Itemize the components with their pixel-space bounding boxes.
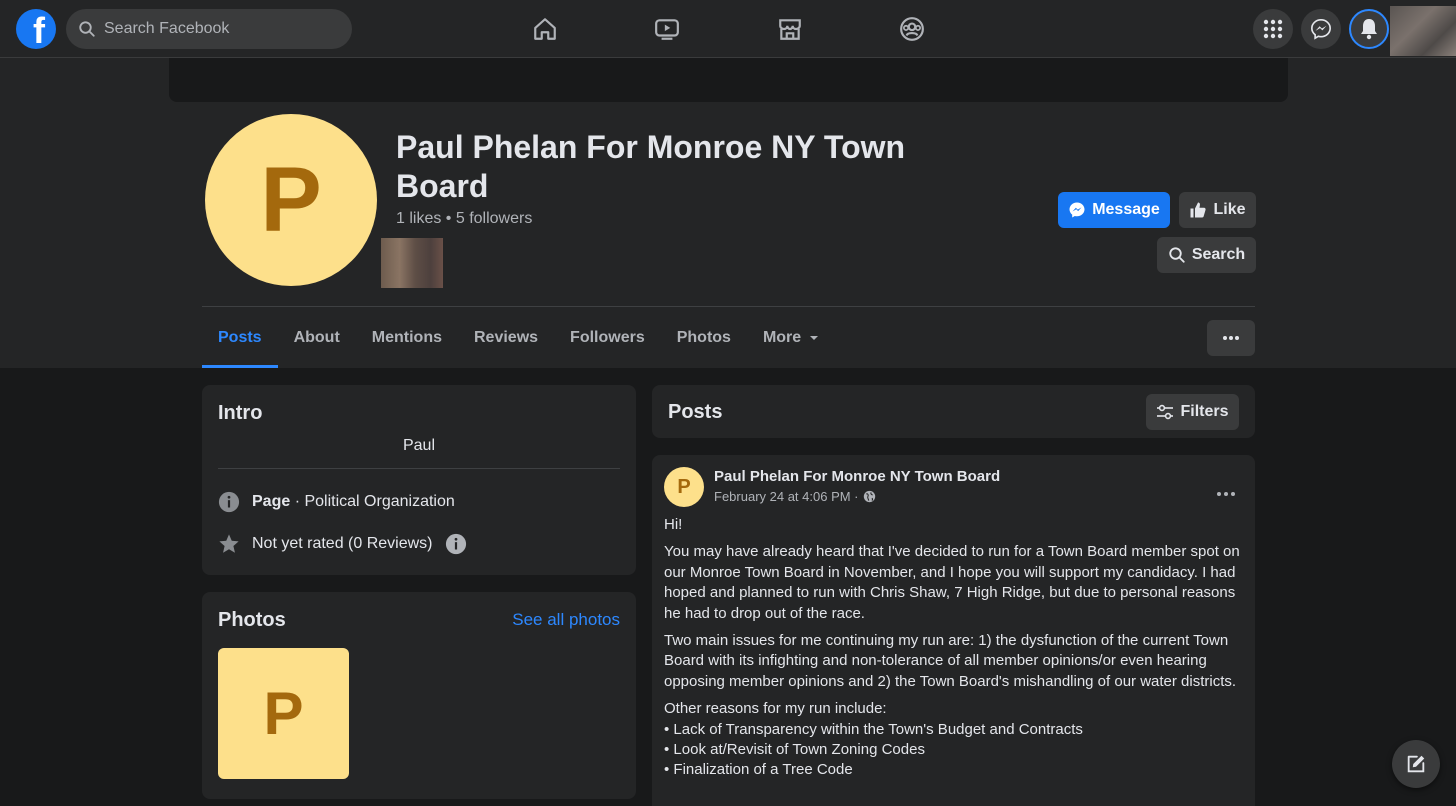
thumbs-up-icon	[1190, 202, 1207, 218]
photos-title: Photos	[218, 609, 286, 631]
post-paragraph: You may have already heard that I've dec…	[664, 543, 1240, 622]
home-icon[interactable]	[530, 14, 560, 44]
tab-reviews[interactable]: Reviews	[458, 308, 554, 368]
page-type-row: Page · Political Organization	[218, 491, 455, 513]
photo-thumbnail-letter: P	[263, 680, 304, 747]
post-options-button[interactable]	[1217, 483, 1235, 501]
posts-header-card: Posts Filters	[652, 385, 1255, 438]
facebook-logo-letter: f	[33, 10, 45, 49]
more-options-button[interactable]	[1207, 320, 1255, 356]
post-body: Hi! You may have already heard that I've…	[664, 515, 1244, 781]
see-all-photos-link[interactable]: See all photos	[512, 610, 620, 630]
marketplace-icon[interactable]	[775, 14, 805, 44]
tab-mentions[interactable]: Mentions	[356, 308, 458, 368]
info-icon[interactable]	[445, 533, 467, 555]
grid-icon	[1263, 19, 1283, 39]
like-button[interactable]: Like	[1179, 192, 1256, 228]
post-list-item: • Look at/Revisit of Town Zoning Codes	[664, 741, 925, 759]
top-navigation-bar: f	[0, 0, 1456, 58]
follower-avatar[interactable]	[381, 238, 443, 288]
header-divider	[202, 306, 1255, 307]
page-stats[interactable]: 1 likes • 5 followers	[396, 210, 532, 228]
page-search-button[interactable]: Search	[1157, 237, 1256, 273]
post-card: P Paul Phelan For Monroe NY Town Board F…	[652, 455, 1255, 806]
post-paragraph: Hi!	[664, 516, 683, 533]
tab-about[interactable]: About	[278, 308, 356, 368]
rating-row: Not yet rated (0 Reviews)	[218, 533, 467, 555]
post-author-avatar-letter: P	[677, 475, 691, 498]
compose-icon	[1407, 755, 1425, 773]
post-list-item: • Finalization of a Tree Code	[664, 761, 853, 779]
search-button-label: Search	[1191, 246, 1246, 263]
filters-icon	[1157, 404, 1174, 420]
photos-card: Photos See all photos P	[202, 592, 636, 799]
intro-bio: Paul	[402, 437, 436, 454]
account-avatar[interactable]	[1390, 6, 1456, 56]
messenger-icon	[1069, 202, 1085, 218]
notifications-button[interactable]	[1349, 9, 1389, 49]
post-list-item: • Lack of Transparency within the Town's…	[664, 720, 1083, 738]
message-button-label: Message	[1092, 201, 1160, 218]
messenger-icon	[1311, 19, 1331, 40]
page-type-label: Page	[252, 493, 291, 510]
search-icon	[1169, 247, 1185, 263]
page-type-value: · Political Organization	[290, 493, 455, 510]
like-button-label: Like	[1213, 201, 1246, 218]
tab-followers[interactable]: Followers	[554, 308, 661, 368]
post-author-name[interactable]: Paul Phelan For Monroe NY Town Board	[714, 468, 1000, 485]
intro-divider	[218, 468, 620, 469]
post-meta: February 24 at 4:06 PM ·	[714, 489, 876, 504]
filters-label: Filters	[1180, 403, 1229, 420]
post-paragraph: Two main issues for me continuing my run…	[664, 632, 1237, 690]
photo-thumbnail[interactable]: P	[218, 648, 349, 779]
posts-title: Posts	[668, 401, 723, 423]
search-icon	[79, 21, 95, 37]
post-timestamp[interactable]: February 24 at 4:06 PM ·	[714, 489, 859, 504]
intro-title: Intro	[218, 402, 263, 424]
search-bar[interactable]	[66, 9, 352, 49]
tab-posts[interactable]: Posts	[202, 308, 278, 368]
tab-label: Photos	[676, 329, 731, 346]
tab-more[interactable]: More	[747, 308, 835, 368]
profile-picture[interactable]: P	[205, 114, 377, 286]
messenger-button[interactable]	[1301, 9, 1341, 49]
cover-photo	[169, 58, 1288, 102]
tab-label: Followers	[570, 329, 645, 346]
tab-label: More	[762, 329, 802, 346]
message-button[interactable]: Message	[1058, 192, 1170, 228]
post-author-avatar[interactable]: P	[664, 467, 704, 507]
page-tabs: Posts About Mentions Reviews Followers P…	[202, 308, 835, 368]
search-input[interactable]	[104, 20, 334, 38]
tab-photos[interactable]: Photos	[661, 308, 747, 368]
bell-icon	[1361, 19, 1377, 40]
video-icon[interactable]	[652, 14, 682, 44]
globe-icon	[863, 490, 875, 503]
profile-picture-letter: P	[260, 148, 322, 251]
intro-card: Intro Paul Page · Political Organization…	[202, 385, 636, 575]
tab-label: Reviews	[474, 329, 539, 346]
ellipsis-icon	[1217, 492, 1235, 496]
new-message-button[interactable]	[1392, 740, 1440, 788]
facebook-logo[interactable]: f	[16, 9, 56, 49]
page-title: Paul Phelan For Monroe NY Town Board	[396, 129, 906, 204]
tab-label: About	[293, 329, 340, 346]
ellipsis-icon	[1223, 336, 1239, 340]
star-icon	[219, 534, 239, 553]
post-list-intro: Other reasons for my run include:	[664, 700, 887, 718]
info-icon	[218, 491, 240, 513]
groups-icon[interactable]	[897, 14, 927, 44]
rating-text: Not yet rated (0 Reviews)	[252, 535, 433, 552]
tab-label: Posts	[218, 329, 262, 346]
tab-label: Mentions	[371, 329, 442, 346]
filters-button[interactable]: Filters	[1146, 394, 1239, 430]
caret-down-icon	[810, 336, 819, 340]
menu-grid-button[interactable]	[1253, 9, 1293, 49]
